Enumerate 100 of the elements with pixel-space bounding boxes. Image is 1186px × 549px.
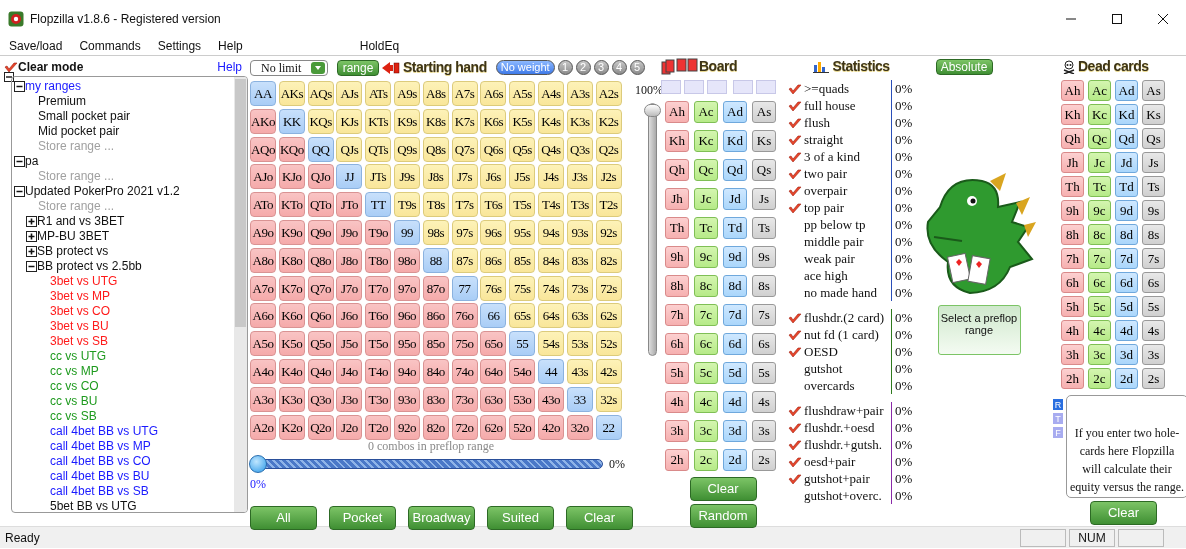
hand-cell[interactable]: K6o	[278, 303, 305, 329]
dead-card-button[interactable]: Th	[1061, 176, 1084, 197]
hand-cell[interactable]: Q8s	[422, 136, 449, 162]
hand-cell[interactable]: J4s	[537, 164, 564, 190]
hand-cell[interactable]: Q4s	[537, 136, 564, 162]
collapse-icon[interactable]	[4, 72, 14, 82]
hand-cell[interactable]: 73o	[451, 386, 478, 412]
hand-cell[interactable]: Q4o	[307, 358, 334, 384]
hand-cell[interactable]: 88	[422, 247, 449, 273]
hand-cell[interactable]: 43s	[566, 358, 593, 384]
dead-card-button[interactable]: Ad	[1115, 80, 1138, 101]
card-button[interactable]: 3h	[665, 420, 689, 442]
hand-cell[interactable]: TT	[365, 192, 392, 218]
hand-cell[interactable]: 74o	[451, 358, 478, 384]
dead-card-button[interactable]: Qs	[1142, 128, 1165, 149]
hand-cell[interactable]: 76o	[451, 303, 478, 329]
collapse-icon[interactable]	[14, 156, 25, 167]
scrollbar[interactable]	[234, 77, 247, 512]
dead-card-button[interactable]: Kh	[1061, 104, 1084, 125]
collapse-icon[interactable]	[14, 186, 25, 197]
tree-item[interactable]: 3bet vs BU	[50, 319, 109, 334]
card-button[interactable]: 6c	[694, 333, 718, 355]
expand-icon[interactable]	[26, 231, 37, 242]
menu-item[interactable]: Settings	[157, 37, 202, 55]
hand-cell[interactable]: 92s	[595, 220, 622, 245]
card-button[interactable]: Tc	[694, 217, 718, 239]
card-button[interactable]: 5c	[694, 362, 718, 384]
card-button[interactable]: Kc	[694, 130, 718, 152]
card-button[interactable]: Ac	[694, 101, 718, 123]
card-button[interactable]: Th	[665, 217, 689, 239]
hand-cell[interactable]: 64o	[480, 358, 507, 384]
hand-cell[interactable]: 62s	[595, 303, 622, 329]
expand-icon[interactable]	[26, 246, 37, 257]
hand-cell[interactable]: QJs	[336, 136, 363, 162]
hand-cell[interactable]: T3o	[365, 386, 392, 412]
card-button[interactable]: 4c	[694, 391, 718, 413]
tree-folder[interactable]: R1 and vs 3BET	[37, 214, 125, 229]
game-type-dropdown[interactable]: No limit	[250, 59, 328, 76]
hand-cell[interactable]: 54s	[537, 331, 564, 357]
dead-card-button[interactable]: 9h	[1061, 200, 1084, 221]
card-button[interactable]: 3c	[694, 420, 718, 442]
menu-item[interactable]: HoldEq	[359, 37, 400, 55]
hand-cell[interactable]: Q3o	[307, 386, 334, 412]
dead-card-button[interactable]: 8s	[1142, 224, 1165, 245]
tree-item[interactable]: 3bet vs CO	[50, 304, 111, 319]
hand-cell[interactable]: 65s	[509, 303, 536, 329]
dead-card-button[interactable]: 4s	[1142, 320, 1165, 341]
dead-card-button[interactable]: 9s	[1142, 200, 1165, 221]
card-button[interactable]: 9s	[752, 246, 776, 268]
dead-card-button[interactable]: 2c	[1088, 368, 1111, 389]
card-button[interactable]: Td	[723, 217, 747, 239]
hand-cell[interactable]: Q9s	[394, 136, 420, 162]
hand-cell[interactable]: A9o	[250, 220, 276, 245]
hand-cell[interactable]: T4o	[365, 358, 392, 384]
tree-item[interactable]: cc vs CO	[50, 379, 99, 394]
menu-item[interactable]: Commands	[79, 37, 141, 55]
hand-cell[interactable]: 53s	[566, 331, 593, 357]
hand-cell[interactable]: A2s	[595, 81, 622, 106]
dead-card-button[interactable]: 8c	[1088, 224, 1111, 245]
dead-card-button[interactable]: 4c	[1088, 320, 1111, 341]
hand-cell[interactable]: 96s	[480, 220, 507, 245]
card-button[interactable]: 9d	[723, 246, 747, 268]
hand-cell[interactable]: T6s	[480, 192, 507, 218]
hand-cell[interactable]: 63s	[566, 303, 593, 329]
hand-cell[interactable]: J3o	[336, 386, 363, 412]
menu-item[interactable]: Help	[218, 37, 243, 55]
dead-card-button[interactable]: 2h	[1061, 368, 1084, 389]
hand-cell[interactable]: 84s	[537, 247, 564, 273]
card-button[interactable]: Jd	[723, 188, 747, 210]
hand-cell[interactable]: J9s	[394, 164, 420, 190]
hand-cell[interactable]: 32o	[566, 414, 593, 440]
hand-cell[interactable]: J9o	[336, 220, 363, 245]
tree-item[interactable]: cc vs UTG	[50, 349, 106, 364]
card-button[interactable]: Kd	[723, 130, 747, 152]
hand-cell[interactable]: 52o	[509, 414, 536, 440]
hand-cell[interactable]: Q9o	[307, 220, 334, 245]
hand-cell[interactable]: 44	[537, 358, 564, 384]
dead-card-button[interactable]: 3h	[1061, 344, 1084, 365]
tree-item[interactable]: call 4bet BB vs UTG	[50, 424, 159, 439]
hand-cell[interactable]: QTs	[365, 136, 392, 162]
dead-card-button[interactable]: Jh	[1061, 152, 1084, 173]
card-button[interactable]: 4h	[665, 391, 689, 413]
hand-cell[interactable]: Q8o	[307, 247, 334, 273]
hand-cell[interactable]: K3s	[566, 108, 593, 134]
close-icon[interactable]	[1158, 13, 1168, 24]
hand-cell[interactable]: Q6o	[307, 303, 334, 329]
dead-card-button[interactable]: 6h	[1061, 272, 1084, 293]
hand-cell[interactable]: J3s	[566, 164, 593, 190]
hand-cell[interactable]: 73s	[566, 275, 593, 301]
tree-item[interactable]: cc vs BU	[50, 394, 98, 409]
card-button[interactable]: As	[752, 101, 776, 123]
tree-item[interactable]: Premium	[38, 94, 86, 109]
hand-cell[interactable]: AKo	[250, 108, 276, 134]
hand-cell[interactable]: 42o	[537, 414, 564, 440]
hand-cell[interactable]: A8s	[422, 81, 449, 106]
tree-item[interactable]: cc vs SB	[50, 409, 97, 424]
hand-cell[interactable]: 85s	[509, 247, 536, 273]
hand-cell[interactable]: T9o	[365, 220, 392, 245]
hand-cell[interactable]: JTs	[365, 164, 392, 190]
tree-folder[interactable]: BB protect vs 2.5bb	[37, 259, 142, 274]
